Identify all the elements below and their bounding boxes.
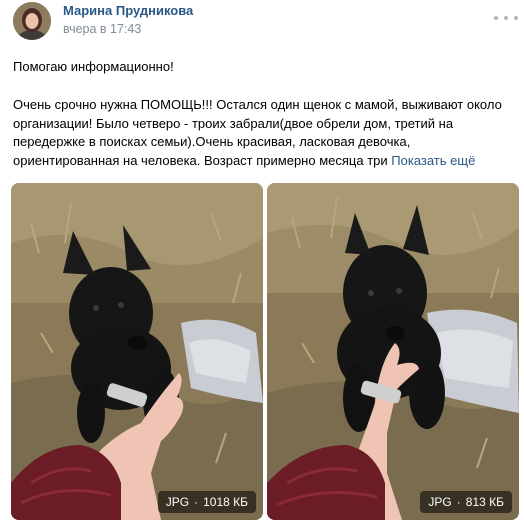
show-more-link[interactable]: Показать ещё — [391, 153, 475, 168]
avatar-image — [13, 2, 51, 40]
file-size: 813 КБ — [465, 495, 504, 509]
more-dot — [504, 16, 508, 20]
file-format: JPG — [428, 495, 452, 509]
post-timestamp-link[interactable]: вчера в 17:43 — [63, 22, 141, 36]
post-text-line: организации! Было четверо - троих забрал… — [13, 115, 454, 131]
post-text-line: передержке в поисках семьи).Очень красив… — [13, 134, 411, 149]
puppy-photo-image — [267, 183, 519, 520]
photo-attachment[interactable]: JPG · 813 КБ — [267, 183, 519, 520]
more-dot — [494, 16, 498, 20]
post-text-line-start: ориентированная на человека. Возраст при… — [13, 152, 392, 168]
author-name-link[interactable]: Марина Прудникова — [63, 3, 193, 18]
file-info-badge: JPG · 813 КБ — [420, 491, 512, 513]
post-text-body: Очень срочно нужна ПОМОЩЬ!!! Остался оди… — [13, 96, 513, 170]
file-info-badge: JPG · 1018 КБ — [157, 491, 256, 513]
post-text-line-last: ориентированная на человека. Возраст при… — [13, 152, 513, 171]
more-dot — [514, 16, 518, 20]
file-info-separator: · — [456, 495, 461, 509]
more-horizontal-icon[interactable] — [494, 10, 518, 26]
file-info-separator: · — [194, 495, 199, 509]
puppy-photo-image — [11, 183, 263, 520]
photo-attachment[interactable]: JPG · 1018 КБ — [11, 183, 263, 520]
file-format: JPG — [165, 495, 190, 509]
post-text-line: Очень срочно нужна ПОМОЩЬ!!! Остался оди… — [13, 97, 502, 112]
wall-post: Марина Прудникова вчера в 17:43 Помогаю … — [0, 0, 524, 524]
author-avatar[interactable] — [13, 2, 51, 40]
file-size: 1018 КБ — [203, 495, 248, 509]
post-text-intro: Помогаю информационно! — [13, 59, 174, 74]
